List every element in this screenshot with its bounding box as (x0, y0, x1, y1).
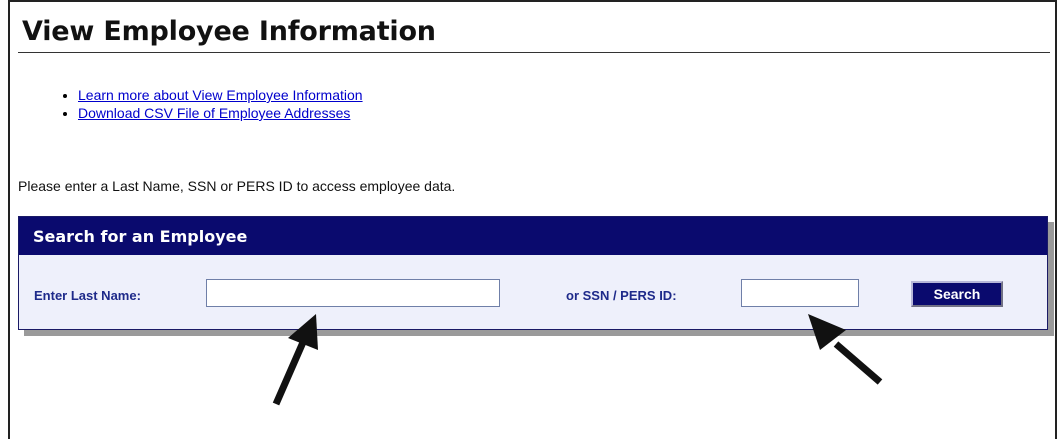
panel-header: Search for an Employee (19, 217, 1047, 255)
page-title: View Employee Information (22, 16, 436, 47)
search-button[interactable]: Search (911, 281, 1003, 307)
download-csv-link[interactable]: Download CSV File of Employee Addresses (78, 105, 350, 121)
last-name-input[interactable] (206, 279, 500, 307)
last-name-label: Enter Last Name: (34, 288, 141, 303)
instruction-text: Please enter a Last Name, SSN or PERS ID… (18, 178, 456, 194)
list-item: Learn more about View Employee Informati… (78, 86, 363, 104)
arrow-to-last-name-icon (272, 314, 318, 406)
ssn-pers-id-input[interactable] (741, 279, 859, 307)
arrow-to-ssn-icon (808, 314, 883, 385)
title-divider (18, 52, 1050, 53)
ssn-pers-id-label: or SSN / PERS ID: (566, 288, 677, 303)
help-links-list: Learn more about View Employee Informati… (60, 86, 363, 122)
list-item: Download CSV File of Employee Addresses (78, 104, 363, 122)
learn-more-link[interactable]: Learn more about View Employee Informati… (78, 87, 363, 103)
employee-search-panel: Search for an Employee Enter Last Name: … (18, 216, 1048, 330)
